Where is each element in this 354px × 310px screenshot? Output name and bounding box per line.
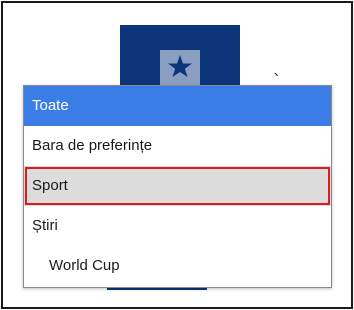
dropdown-item-favorites-bar[interactable]: Bara de preferințe (24, 126, 331, 166)
dropdown-item-sport[interactable]: Sport (24, 166, 331, 206)
tile-icon-box (160, 50, 200, 86)
star-icon (167, 54, 193, 82)
folder-dropdown-list[interactable]: Toate Bara de preferințe Sport Știri Wor… (23, 85, 332, 288)
favorites-tile[interactable] (120, 25, 240, 93)
dropdown-item-world-cup[interactable]: World Cup (24, 246, 331, 286)
dropdown-item-all[interactable]: Toate (24, 86, 331, 126)
dropdown-item-news[interactable]: Știri (24, 206, 331, 246)
